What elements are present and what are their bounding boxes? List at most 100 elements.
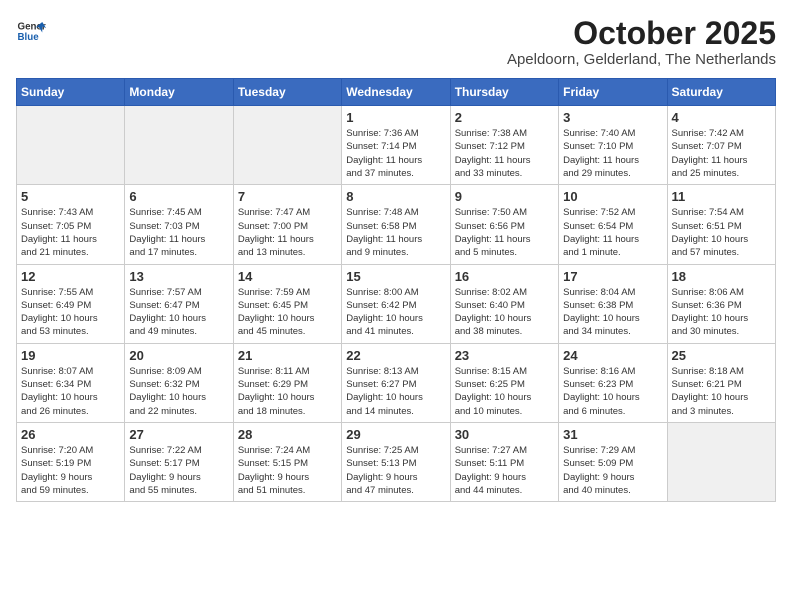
day-info: Sunrise: 7:40 AM Sunset: 7:10 PM Dayligh… bbox=[563, 127, 662, 180]
day-info: Sunrise: 7:45 AM Sunset: 7:03 PM Dayligh… bbox=[129, 206, 228, 259]
day-number: 18 bbox=[672, 269, 771, 284]
calendar-cell: 26 Sunrise: 7:20 AM Sunset: 5:19 PM Dayli… bbox=[17, 422, 125, 501]
day-number: 6 bbox=[129, 189, 228, 204]
calendar-header-saturday: Saturday bbox=[667, 79, 775, 106]
day-info: Sunrise: 7:54 AM Sunset: 6:51 PM Dayligh… bbox=[672, 206, 771, 259]
calendar-cell: 31 Sunrise: 7:29 AM Sunset: 5:09 PM Dayli… bbox=[559, 422, 667, 501]
day-info: Sunrise: 7:20 AM Sunset: 5:19 PM Dayligh… bbox=[21, 444, 120, 497]
day-number: 29 bbox=[346, 427, 445, 442]
calendar-header-sunday: Sunday bbox=[17, 79, 125, 106]
day-number: 9 bbox=[455, 189, 554, 204]
calendar-cell: 1 Sunrise: 7:36 AM Sunset: 7:14 PM Daylig… bbox=[342, 106, 450, 185]
day-info: Sunrise: 8:13 AM Sunset: 6:27 PM Dayligh… bbox=[346, 365, 445, 418]
header: General Blue October 2025 Apeldoorn, Gel… bbox=[16, 16, 776, 68]
calendar-cell: 19Sunrise: 8:07 AM Sunset: 6:34 PM Dayli… bbox=[17, 343, 125, 422]
day-info: Sunrise: 7:25 AM Sunset: 5:13 PM Dayligh… bbox=[346, 444, 445, 497]
calendar-cell bbox=[125, 106, 233, 185]
day-number: 14 bbox=[238, 269, 337, 284]
day-number: 26 bbox=[21, 427, 120, 442]
day-number: 7 bbox=[238, 189, 337, 204]
day-number: 15 bbox=[346, 269, 445, 284]
day-info: Sunrise: 7:55 AM Sunset: 6:49 PM Dayligh… bbox=[21, 286, 120, 339]
day-info: Sunrise: 7:50 AM Sunset: 6:56 PM Dayligh… bbox=[455, 206, 554, 259]
calendar-cell: 4 Sunrise: 7:42 AM Sunset: 7:07 PM Daylig… bbox=[667, 106, 775, 185]
day-number: 21 bbox=[238, 348, 337, 363]
calendar-header-wednesday: Wednesday bbox=[342, 79, 450, 106]
calendar-cell: 7 Sunrise: 7:47 AM Sunset: 7:00 PM Daylig… bbox=[233, 185, 341, 264]
calendar-cell bbox=[17, 106, 125, 185]
day-number: 27 bbox=[129, 427, 228, 442]
svg-text:Blue: Blue bbox=[18, 32, 40, 43]
day-info: Sunrise: 8:00 AM Sunset: 6:42 PM Dayligh… bbox=[346, 286, 445, 339]
calendar-cell: 17 Sunrise: 8:04 AM Sunset: 6:38 PM Dayli… bbox=[559, 264, 667, 343]
day-info: Sunrise: 7:29 AM Sunset: 5:09 PM Dayligh… bbox=[563, 444, 662, 497]
day-info: Sunrise: 8:06 AM Sunset: 6:36 PM Dayligh… bbox=[672, 286, 771, 339]
day-info: Sunrise: 7:27 AM Sunset: 5:11 PM Dayligh… bbox=[455, 444, 554, 497]
calendar-cell: 14 Sunrise: 7:59 AM Sunset: 6:45 PM Dayli… bbox=[233, 264, 341, 343]
day-number: 25 bbox=[672, 348, 771, 363]
calendar-cell: 23Sunrise: 8:15 AM Sunset: 6:25 PM Dayli… bbox=[450, 343, 558, 422]
day-info: Sunrise: 8:18 AM Sunset: 6:21 PM Dayligh… bbox=[672, 365, 771, 418]
day-number: 11 bbox=[672, 189, 771, 204]
logo-icon: General Blue bbox=[16, 16, 46, 46]
day-info: Sunrise: 8:04 AM Sunset: 6:38 PM Dayligh… bbox=[563, 286, 662, 339]
calendar-cell: 11 Sunrise: 7:54 AM Sunset: 6:51 PM Dayli… bbox=[667, 185, 775, 264]
logo: General Blue bbox=[16, 16, 46, 46]
calendar-cell: 12 Sunrise: 7:55 AM Sunset: 6:49 PM Dayli… bbox=[17, 264, 125, 343]
calendar-header-monday: Monday bbox=[125, 79, 233, 106]
day-info: Sunrise: 7:52 AM Sunset: 6:54 PM Dayligh… bbox=[563, 206, 662, 259]
day-info: Sunrise: 7:24 AM Sunset: 5:15 PM Dayligh… bbox=[238, 444, 337, 497]
calendar-header-tuesday: Tuesday bbox=[233, 79, 341, 106]
day-info: Sunrise: 8:16 AM Sunset: 6:23 PM Dayligh… bbox=[563, 365, 662, 418]
day-number: 30 bbox=[455, 427, 554, 442]
day-number: 17 bbox=[563, 269, 662, 284]
calendar-cell: 27 Sunrise: 7:22 AM Sunset: 5:17 PM Dayli… bbox=[125, 422, 233, 501]
day-number: 24 bbox=[563, 348, 662, 363]
day-info: Sunrise: 7:59 AM Sunset: 6:45 PM Dayligh… bbox=[238, 286, 337, 339]
day-info: Sunrise: 7:43 AM Sunset: 7:05 PM Dayligh… bbox=[21, 206, 120, 259]
day-number: 12 bbox=[21, 269, 120, 284]
day-number: 20 bbox=[129, 348, 228, 363]
day-info: Sunrise: 7:38 AM Sunset: 7:12 PM Dayligh… bbox=[455, 127, 554, 180]
calendar: SundayMondayTuesdayWednesdayThursdayFrid… bbox=[16, 78, 776, 502]
day-info: Sunrise: 7:47 AM Sunset: 7:00 PM Dayligh… bbox=[238, 206, 337, 259]
calendar-cell bbox=[233, 106, 341, 185]
calendar-cell: 8 Sunrise: 7:48 AM Sunset: 6:58 PM Daylig… bbox=[342, 185, 450, 264]
day-number: 1 bbox=[346, 110, 445, 125]
calendar-cell: 24 Sunrise: 8:16 AM Sunset: 6:23 PM Dayli… bbox=[559, 343, 667, 422]
day-number: 10 bbox=[563, 189, 662, 204]
day-number: 8 bbox=[346, 189, 445, 204]
calendar-cell: 20 Sunrise: 8:09 AM Sunset: 6:32 PM Dayli… bbox=[125, 343, 233, 422]
calendar-cell: 16 Sunrise: 8:02 AM Sunset: 6:40 PM Dayli… bbox=[450, 264, 558, 343]
calendar-cell: 6 Sunrise: 7:45 AM Sunset: 7:03 PM Daylig… bbox=[125, 185, 233, 264]
calendar-header-friday: Friday bbox=[559, 79, 667, 106]
day-info: Sunrise: 7:48 AM Sunset: 6:58 PM Dayligh… bbox=[346, 206, 445, 259]
calendar-cell: 15 Sunrise: 8:00 AM Sunset: 6:42 PM Dayli… bbox=[342, 264, 450, 343]
day-number: 31 bbox=[563, 427, 662, 442]
day-number: 23 bbox=[455, 348, 554, 363]
day-info: Sunrise: 7:36 AM Sunset: 7:14 PM Dayligh… bbox=[346, 127, 445, 180]
day-number: 4 bbox=[672, 110, 771, 125]
day-info: Sunrise: 7:57 AM Sunset: 6:47 PM Dayligh… bbox=[129, 286, 228, 339]
calendar-header-thursday: Thursday bbox=[450, 79, 558, 106]
day-info: Sunrise: 8:07 AM Sunset: 6:34 PM Dayligh… bbox=[21, 365, 120, 418]
calendar-cell: 29 Sunrise: 7:25 AM Sunset: 5:13 PM Dayli… bbox=[342, 422, 450, 501]
day-info: Sunrise: 8:02 AM Sunset: 6:40 PM Dayligh… bbox=[455, 286, 554, 339]
calendar-cell: 30 Sunrise: 7:27 AM Sunset: 5:11 PM Dayli… bbox=[450, 422, 558, 501]
day-info: Sunrise: 7:22 AM Sunset: 5:17 PM Dayligh… bbox=[129, 444, 228, 497]
day-number: 16 bbox=[455, 269, 554, 284]
calendar-cell: 25 Sunrise: 8:18 AM Sunset: 6:21 PM Dayli… bbox=[667, 343, 775, 422]
day-info: Sunrise: 7:42 AM Sunset: 7:07 PM Dayligh… bbox=[672, 127, 771, 180]
day-number: 5 bbox=[21, 189, 120, 204]
day-info: Sunrise: 8:09 AM Sunset: 6:32 PM Dayligh… bbox=[129, 365, 228, 418]
day-number: 3 bbox=[563, 110, 662, 125]
month-title: October 2025 bbox=[507, 16, 776, 51]
day-info: Sunrise: 8:11 AM Sunset: 6:29 PM Dayligh… bbox=[238, 365, 337, 418]
day-number: 22 bbox=[346, 348, 445, 363]
calendar-week-5: 26 Sunrise: 7:20 AM Sunset: 5:19 PM Dayli… bbox=[17, 422, 776, 501]
calendar-cell: 28Sunrise: 7:24 AM Sunset: 5:15 PM Dayli… bbox=[233, 422, 341, 501]
calendar-header-row: SundayMondayTuesdayWednesdayThursdayFrid… bbox=[17, 79, 776, 106]
calendar-week-2: 5 Sunrise: 7:43 AM Sunset: 7:05 PM Daylig… bbox=[17, 185, 776, 264]
calendar-cell: 22 Sunrise: 8:13 AM Sunset: 6:27 PM Dayli… bbox=[342, 343, 450, 422]
calendar-week-4: 19Sunrise: 8:07 AM Sunset: 6:34 PM Dayli… bbox=[17, 343, 776, 422]
